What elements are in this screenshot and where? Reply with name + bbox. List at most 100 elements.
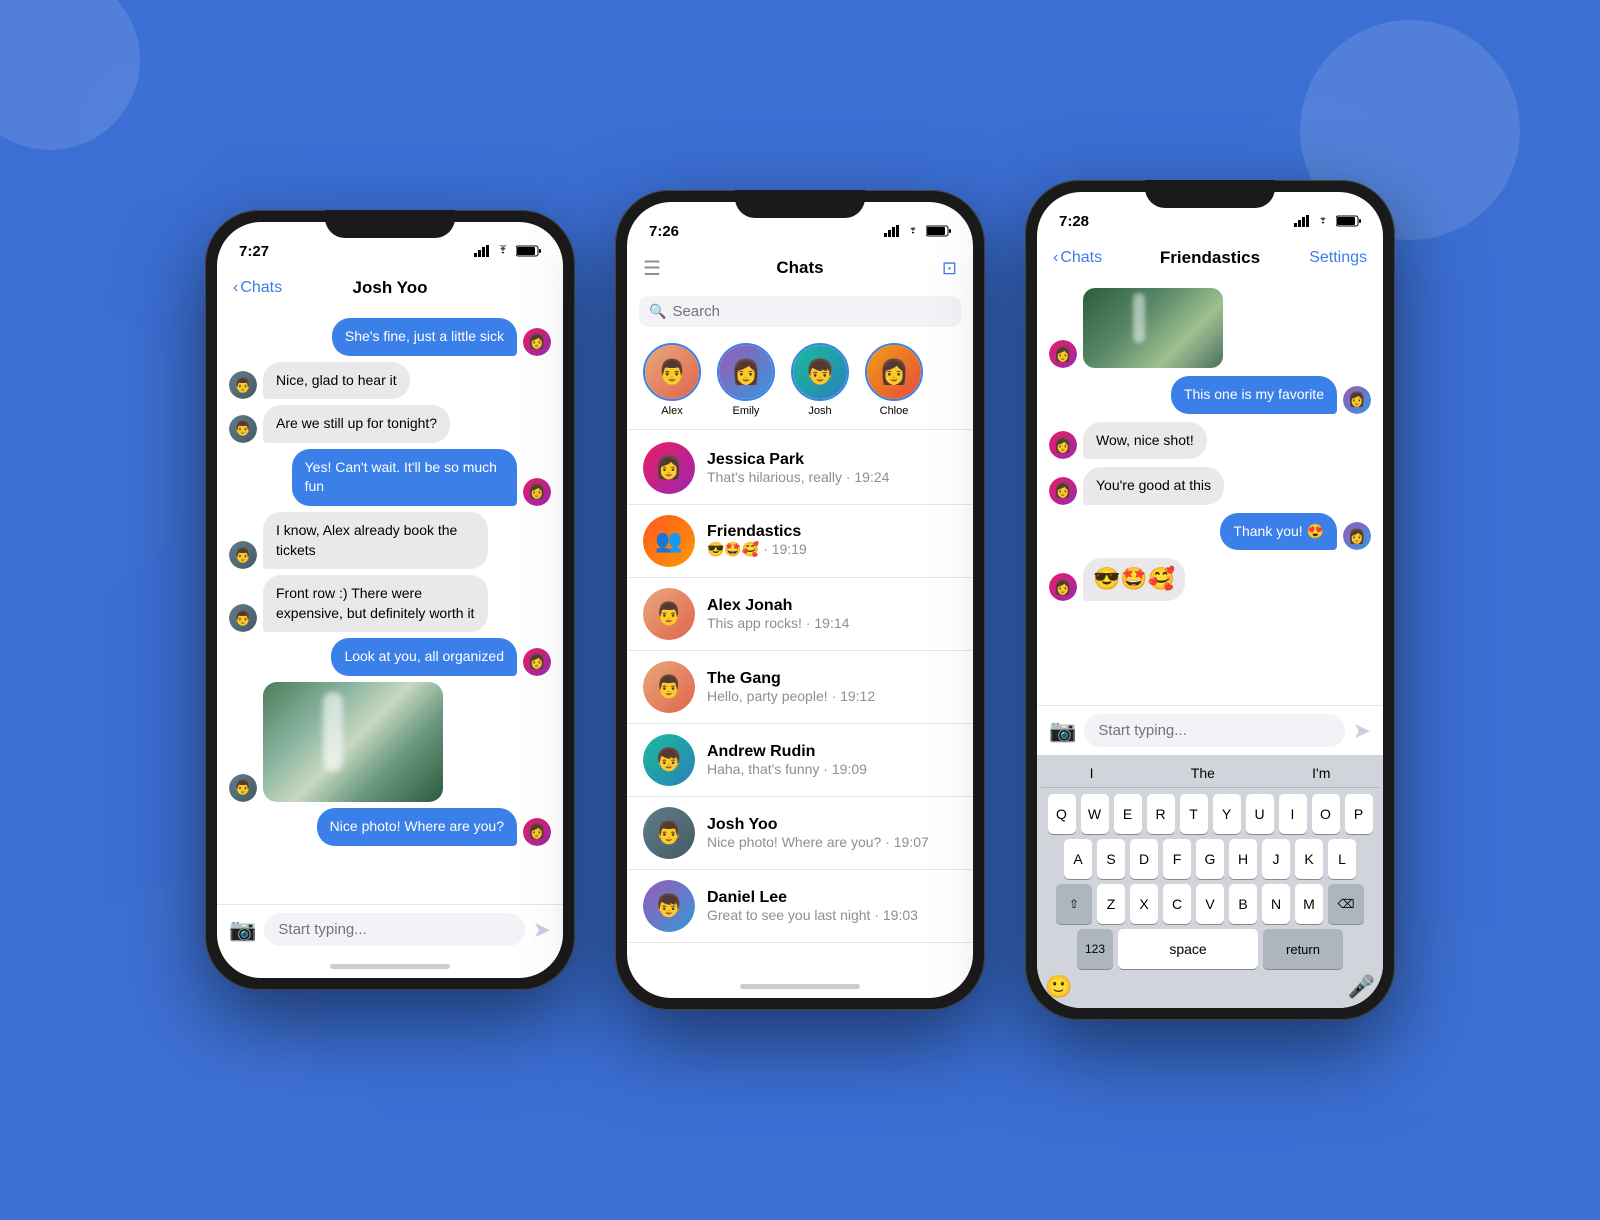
key-q[interactable]: Q bbox=[1048, 794, 1076, 834]
battery-icon bbox=[516, 245, 541, 257]
chat-item-daniel[interactable]: 👦 Daniel Lee Great to see you last night… bbox=[627, 870, 973, 943]
avatar: 👩 bbox=[523, 328, 551, 356]
key-z[interactable]: Z bbox=[1097, 884, 1125, 924]
key-a[interactable]: A bbox=[1064, 839, 1092, 879]
key-l[interactable]: L bbox=[1328, 839, 1356, 879]
keyboard-row-3: ⇧ Z X C V B N M ⌫ bbox=[1041, 884, 1379, 924]
keyboard-row-1: Q W E R T Y U I O P bbox=[1041, 794, 1379, 834]
phone-2: 7:26 ☰ Chats ⊡ 🔍 bbox=[615, 190, 985, 1010]
chat-name: Alex Jonah bbox=[707, 597, 957, 615]
key-g[interactable]: G bbox=[1196, 839, 1224, 879]
camera-icon-3[interactable]: 📷 bbox=[1049, 718, 1076, 744]
key-x[interactable]: X bbox=[1130, 884, 1158, 924]
suggestion-i[interactable]: I bbox=[1090, 765, 1094, 781]
key-backspace[interactable]: ⌫ bbox=[1328, 884, 1364, 924]
send-icon[interactable]: ➤ bbox=[533, 917, 551, 943]
chat-avatar: 👨 bbox=[643, 588, 695, 640]
key-shift[interactable]: ⇧ bbox=[1056, 884, 1092, 924]
chat-avatar: 👦 bbox=[643, 734, 695, 786]
key-r[interactable]: R bbox=[1147, 794, 1175, 834]
avatar: 👩 bbox=[523, 818, 551, 846]
key-b[interactable]: B bbox=[1229, 884, 1257, 924]
msg-row: 👨 bbox=[229, 682, 551, 802]
avatar: 👨 bbox=[229, 371, 257, 399]
key-h[interactable]: H bbox=[1229, 839, 1257, 879]
key-e[interactable]: E bbox=[1114, 794, 1142, 834]
key-p[interactable]: P bbox=[1345, 794, 1373, 834]
chat-name: Jessica Park bbox=[707, 451, 957, 469]
key-u[interactable]: U bbox=[1246, 794, 1274, 834]
story-avatar: 👨 bbox=[643, 343, 701, 401]
search-input[interactable] bbox=[672, 303, 951, 320]
story-item-alex[interactable]: 👨 Alex bbox=[643, 343, 701, 417]
avatar: 👩 bbox=[1049, 431, 1077, 459]
chat-item-andrew[interactable]: 👦 Andrew Rudin Haha, that's funny · 19:0… bbox=[627, 724, 973, 797]
key-j[interactable]: J bbox=[1262, 839, 1290, 879]
emoji-icon[interactable]: 🙂 bbox=[1045, 974, 1072, 1000]
key-c[interactable]: C bbox=[1163, 884, 1191, 924]
message-input-3[interactable] bbox=[1084, 714, 1344, 747]
story-item-chloe[interactable]: 👩 Chloe bbox=[865, 343, 923, 417]
chat-info: The Gang Hello, party people! · 19:12 bbox=[707, 670, 957, 704]
home-bar bbox=[330, 964, 450, 969]
hamburger-icon[interactable]: ☰ bbox=[643, 256, 661, 281]
message-input-1[interactable] bbox=[264, 913, 524, 946]
back-button-1[interactable]: ‹ Chats bbox=[233, 279, 282, 297]
search-bar[interactable]: 🔍 bbox=[639, 296, 961, 327]
wifi-icon-3 bbox=[1315, 215, 1331, 227]
msg-row: Yes! Can't wait. It'll be so much fun 👩 bbox=[229, 449, 551, 506]
key-w[interactable]: W bbox=[1081, 794, 1109, 834]
chat-preview: This app rocks! · 19:14 bbox=[707, 615, 957, 631]
story-avatar: 👩 bbox=[865, 343, 923, 401]
key-i[interactable]: I bbox=[1279, 794, 1307, 834]
camera-icon[interactable]: 📷 bbox=[229, 917, 256, 943]
msg-row: Nice photo! Where are you? 👩 bbox=[229, 808, 551, 846]
compose-icon[interactable]: ⊡ bbox=[942, 258, 957, 279]
key-t[interactable]: T bbox=[1180, 794, 1208, 834]
avatar: 👩 bbox=[1049, 340, 1077, 368]
key-return[interactable]: return bbox=[1263, 929, 1343, 969]
chat-name: Josh Yoo bbox=[707, 816, 957, 834]
msg-row: 👨 Front row :) There were expensive, but… bbox=[229, 575, 551, 632]
mic-icon[interactable]: 🎤 bbox=[1348, 974, 1375, 1000]
chat-name: Andrew Rudin bbox=[707, 743, 957, 761]
avatar: 👩 bbox=[523, 478, 551, 506]
chat-item-friendastics[interactable]: 👥 Friendastics 😎🤩🥰 · 19:19 bbox=[627, 505, 973, 578]
msg-row: Look at you, all organized 👩 bbox=[229, 638, 551, 676]
nav-bar-1: ‹ Chats Josh Yoo bbox=[217, 266, 563, 310]
story-item-emily[interactable]: 👩 Emily bbox=[717, 343, 775, 417]
send-icon-3[interactable]: ➤ bbox=[1353, 718, 1371, 744]
photo-message bbox=[263, 682, 443, 802]
chat-info: Daniel Lee Great to see you last night ·… bbox=[707, 889, 957, 923]
key-space[interactable]: space bbox=[1118, 929, 1258, 969]
chat-item-jessica[interactable]: 👩 Jessica Park That's hilarious, really … bbox=[627, 432, 973, 505]
key-o[interactable]: O bbox=[1312, 794, 1340, 834]
settings-button[interactable]: Settings bbox=[1309, 249, 1367, 267]
suggestion-im[interactable]: I'm bbox=[1312, 765, 1330, 781]
avatar: 👨 bbox=[229, 774, 257, 802]
key-y[interactable]: Y bbox=[1213, 794, 1241, 834]
key-k[interactable]: K bbox=[1295, 839, 1323, 879]
key-d[interactable]: D bbox=[1130, 839, 1158, 879]
chat-item-alex[interactable]: 👨 Alex Jonah This app rocks! · 19:14 bbox=[627, 578, 973, 651]
key-m[interactable]: M bbox=[1295, 884, 1323, 924]
chat-item-josh[interactable]: 👨 Josh Yoo Nice photo! Where are you? · … bbox=[627, 797, 973, 870]
story-avatar: 👩 bbox=[717, 343, 775, 401]
message-bubble: Are we still up for tonight? bbox=[263, 405, 450, 443]
message-bubble: Nice photo! Where are you? bbox=[317, 808, 517, 846]
key-s[interactable]: S bbox=[1097, 839, 1125, 879]
key-f[interactable]: F bbox=[1163, 839, 1191, 879]
avatar: 👩 bbox=[523, 648, 551, 676]
key-123[interactable]: 123 bbox=[1077, 929, 1113, 969]
suggestion-the[interactable]: The bbox=[1191, 765, 1215, 781]
keyboard-row-2: A S D F G H J K L bbox=[1041, 839, 1379, 879]
key-v[interactable]: V bbox=[1196, 884, 1224, 924]
wifi-icon-2 bbox=[905, 225, 921, 237]
input-bar-1: 📷 ➤ bbox=[217, 904, 563, 954]
back-button-3[interactable]: ‹ Chats bbox=[1053, 249, 1102, 267]
home-bar bbox=[740, 984, 860, 989]
msg-row: 👨 I know, Alex already book the tickets bbox=[229, 512, 551, 569]
key-n[interactable]: N bbox=[1262, 884, 1290, 924]
story-item-josh[interactable]: 👦 Josh bbox=[791, 343, 849, 417]
chat-item-gang[interactable]: 👨 The Gang Hello, party people! · 19:12 bbox=[627, 651, 973, 724]
